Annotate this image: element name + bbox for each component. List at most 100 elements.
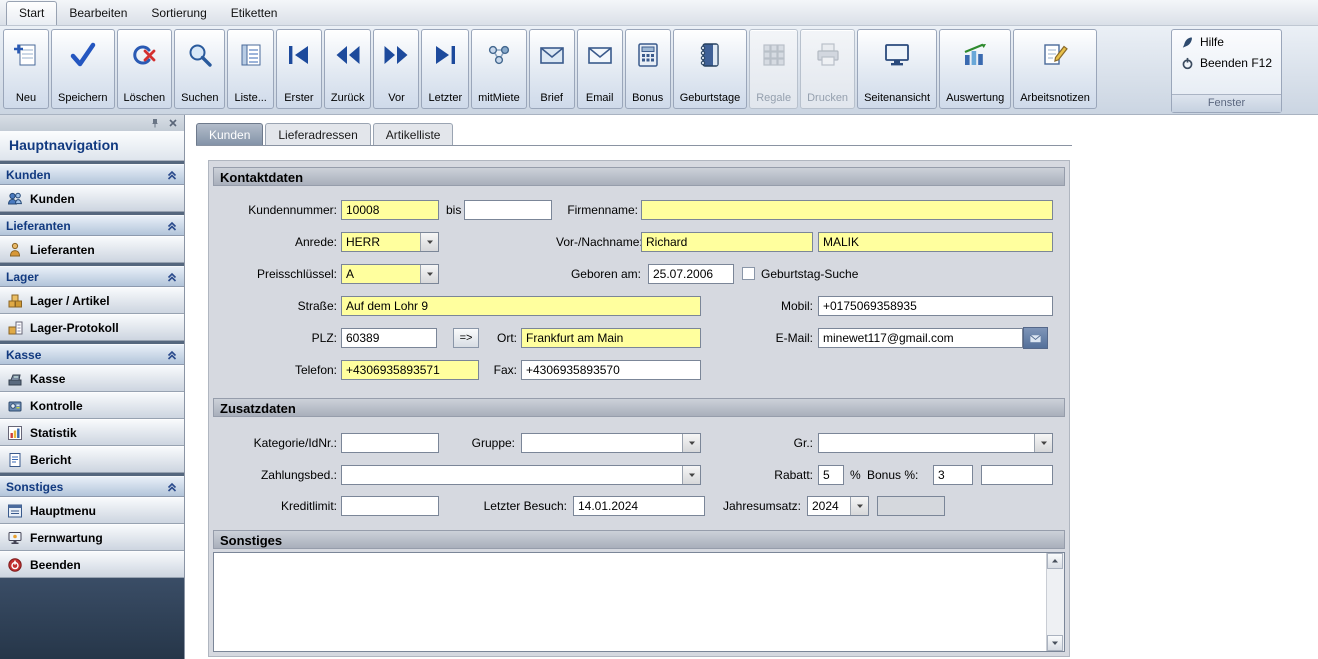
sidebar-minibar <box>0 115 184 131</box>
zurueck-button[interactable]: Zurück <box>324 29 372 109</box>
dropdown-arrow-icon[interactable] <box>682 434 700 452</box>
zahlungsbed-label: Zahlungsbed.: <box>213 465 337 485</box>
plz-field[interactable]: 60389 <box>341 328 437 348</box>
gr-combo[interactable] <box>818 433 1053 453</box>
sidebar-item-statistik[interactable]: Statistik <box>0 419 184 446</box>
save-check-icon <box>69 34 97 76</box>
sonstiges-memo[interactable] <box>213 552 1065 652</box>
zahlungsbed-combo[interactable] <box>341 465 701 485</box>
sidebar-item-kasse[interactable]: Kasse <box>0 365 184 392</box>
menu-sortierung[interactable]: Sortierung <box>139 2 218 25</box>
sidebar-item-kontrolle[interactable]: Kontrolle <box>0 392 184 419</box>
auswertung-button[interactable]: Auswertung <box>939 29 1011 109</box>
email-field[interactable]: minewet117@gmail.com <box>818 328 1023 348</box>
sidebar-title: Hauptnavigation <box>0 131 184 161</box>
sidebar-group-sonstiges[interactable]: Sonstiges <box>0 476 184 497</box>
menu-etiketten[interactable]: Etiketten <box>219 2 290 25</box>
vorname-field[interactable]: Richard <box>641 232 813 252</box>
pin-icon[interactable] <box>149 117 161 129</box>
scroll-down-icon[interactable] <box>1047 635 1063 651</box>
sidebar-item-fernwartung[interactable]: Fernwartung <box>0 524 184 551</box>
kundennummer-bis-field[interactable] <box>464 200 552 220</box>
sidebar-group-kasse[interactable]: Kasse <box>0 344 184 365</box>
erster-button[interactable]: Erster <box>276 29 322 109</box>
sidebar-item-bericht[interactable]: Bericht <box>0 446 184 473</box>
chart-icon <box>961 34 989 76</box>
tab-artikelliste[interactable]: Artikelliste <box>373 123 454 145</box>
dropdown-arrow-icon[interactable] <box>420 265 438 283</box>
sidebar-group-lager[interactable]: Lager <box>0 266 184 287</box>
sidebar-filler <box>0 578 184 659</box>
menu-start[interactable]: Start <box>6 1 57 25</box>
control-icon <box>7 398 23 414</box>
fax-field[interactable]: +4306935893570 <box>521 360 701 380</box>
arbeitsnotizen-button[interactable]: Arbeitsnotizen <box>1013 29 1097 109</box>
letzter-besuch-field[interactable]: 14.01.2024 <box>573 496 705 516</box>
gruppe-combo[interactable] <box>521 433 701 453</box>
gr-label: Gr.: <box>733 433 813 453</box>
dropdown-arrow-icon[interactable] <box>1034 434 1052 452</box>
sidebar-item-kunden[interactable]: Kunden <box>0 185 184 212</box>
list-icon <box>237 34 265 76</box>
preisschluessel-combo[interactable]: A <box>341 264 439 284</box>
tab-kunden[interactable]: Kunden <box>196 123 263 145</box>
jahresumsatz-value-field <box>877 496 945 516</box>
send-email-button[interactable] <box>1023 327 1048 349</box>
geburtstage-button[interactable]: Geburtstage <box>673 29 748 109</box>
section-zusatzdaten: Zusatzdaten <box>213 398 1065 417</box>
letzter-button[interactable]: Letzter <box>421 29 469 109</box>
kreditlimit-label: Kreditlimit: <box>213 496 337 516</box>
neu-button[interactable]: Neu <box>3 29 49 109</box>
plz-lookup-button[interactable]: => <box>453 328 479 348</box>
printer-icon <box>814 34 842 76</box>
seitenansicht-button[interactable]: Seitenansicht <box>857 29 937 109</box>
dropdown-arrow-icon[interactable] <box>682 466 700 484</box>
geboren-am-field[interactable]: 25.07.2006 <box>648 264 734 284</box>
kundennummer-field[interactable]: 10008 <box>341 200 439 220</box>
scroll-up-icon[interactable] <box>1047 553 1063 569</box>
kreditlimit-field[interactable] <box>341 496 439 516</box>
drucken-button: Drucken <box>800 29 855 109</box>
mitmiete-button[interactable]: mitMiete <box>471 29 527 109</box>
sidebar-item-beenden[interactable]: Beenden <box>0 551 184 578</box>
firmenname-field[interactable] <box>641 200 1053 220</box>
sidebar-group-lieferanten[interactable]: Lieferanten <box>0 215 184 236</box>
hilfe-button[interactable]: Hilfe <box>1172 30 1281 51</box>
sidebar-item-lager-protokoll[interactable]: Lager-Protokoll <box>0 314 184 341</box>
close-icon[interactable] <box>167 117 179 129</box>
geburtstag-suche-checkbox[interactable] <box>742 267 755 280</box>
rabatt-field[interactable]: 5 <box>818 465 844 485</box>
jahresumsatz-combo[interactable]: 2024 <box>807 496 869 516</box>
sidebar-item-lager-artikel[interactable]: Lager / Artikel <box>0 287 184 314</box>
sidebar-group-kunden[interactable]: Kunden <box>0 164 184 185</box>
bonus-field[interactable]: 3 <box>933 465 973 485</box>
telefon-field[interactable]: +4306935893571 <box>341 360 479 380</box>
nachname-field[interactable]: MALIK <box>818 232 1053 252</box>
email-button[interactable]: Email <box>577 29 623 109</box>
strasse-field[interactable]: Auf dem Lohr 9 <box>341 296 701 316</box>
sidebar-item-lieferanten[interactable]: Lieferanten <box>0 236 184 263</box>
mobil-field[interactable]: +0175069358935 <box>818 296 1053 316</box>
memo-scrollbar[interactable] <box>1046 553 1064 651</box>
monitor-icon <box>883 34 911 76</box>
ort-field[interactable]: Frankfurt am Main <box>521 328 701 348</box>
sidebar-item-hauptmenu[interactable]: Hauptmenu <box>0 497 184 524</box>
kategorie-field[interactable] <box>341 433 439 453</box>
liste-button[interactable]: Liste... <box>227 29 273 109</box>
first-record-icon <box>285 34 313 76</box>
dropdown-arrow-icon[interactable] <box>420 233 438 251</box>
brief-button[interactable]: Brief <box>529 29 575 109</box>
menu-bearbeiten[interactable]: Bearbeiten <box>57 2 139 25</box>
bonus-button[interactable]: Bonus <box>625 29 671 109</box>
speichern-button[interactable]: Speichern <box>51 29 115 109</box>
beenden-f12-button[interactable]: Beenden F12 <box>1172 51 1281 72</box>
anrede-combo[interactable]: HERR <box>341 232 439 252</box>
loeschen-button[interactable]: Löschen <box>117 29 173 109</box>
strasse-label: Straße: <box>213 296 337 316</box>
firmenname-label: Firmenname: <box>556 200 638 220</box>
tab-lieferadressen[interactable]: Lieferadressen <box>265 123 370 145</box>
bonus-extra-field[interactable] <box>981 465 1053 485</box>
vor-button[interactable]: Vor <box>373 29 419 109</box>
dropdown-arrow-icon[interactable] <box>850 497 868 515</box>
suchen-button[interactable]: Suchen <box>174 29 225 109</box>
